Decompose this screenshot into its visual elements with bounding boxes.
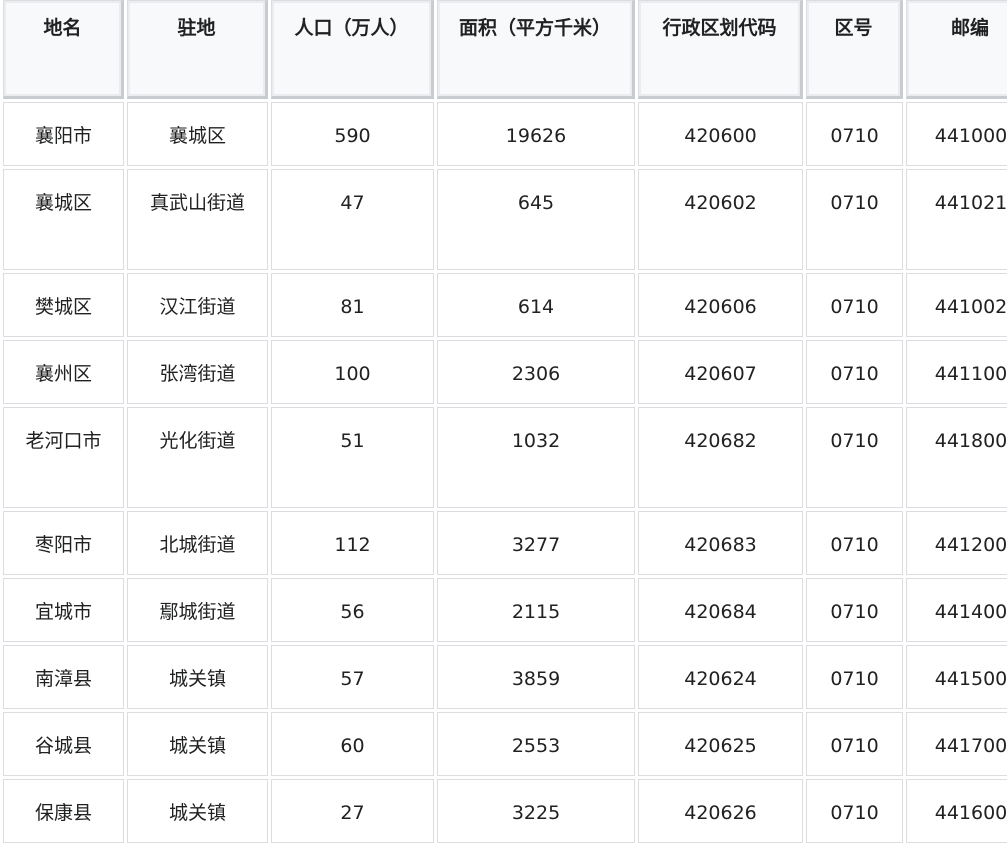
cell-seat: 汉江街道 [127, 273, 268, 337]
cell-postcode: 441700 [906, 712, 1007, 776]
cell-area-code: 0710 [806, 340, 903, 404]
cell-division-code: 420602 [638, 169, 803, 270]
cell-area-code: 0710 [806, 712, 903, 776]
table-row: 枣阳市 北城街道 112 3277 420683 0710 441200 [3, 511, 1007, 575]
cell-population: 27 [271, 779, 434, 843]
cell-division-code: 420682 [638, 407, 803, 508]
cell-postcode: 441000 [906, 102, 1007, 166]
cell-division-code: 420607 [638, 340, 803, 404]
cell-area-code: 0710 [806, 645, 903, 709]
cell-area: 19626 [437, 102, 635, 166]
cell-place-name: 枣阳市 [3, 511, 124, 575]
cell-population: 112 [271, 511, 434, 575]
cell-place-name: 襄城区 [3, 169, 124, 270]
cell-population: 47 [271, 169, 434, 270]
header-seat[interactable]: 驻地 [127, 0, 268, 99]
cell-area-code: 0710 [806, 273, 903, 337]
cell-place-name: 谷城县 [3, 712, 124, 776]
cell-place-name: 老河口市 [3, 407, 124, 508]
table-row: 老河口市 光化街道 51 1032 420682 0710 441800 [3, 407, 1007, 508]
cell-area: 2306 [437, 340, 635, 404]
table-container: 地名 驻地 人口（万人） 面积（平方千米） 行政区划代码 区号 邮编 襄阳市 襄… [0, 0, 1007, 846]
cell-division-code: 420626 [638, 779, 803, 843]
cell-area: 614 [437, 273, 635, 337]
table-row: 保康县 城关镇 27 3225 420626 0710 441600 [3, 779, 1007, 843]
cell-postcode: 441400 [906, 578, 1007, 642]
cell-population: 51 [271, 407, 434, 508]
cell-place-name: 樊城区 [3, 273, 124, 337]
cell-division-code: 420683 [638, 511, 803, 575]
table-row: 襄阳市 襄城区 590 19626 420600 0710 441000 [3, 102, 1007, 166]
header-area[interactable]: 面积（平方千米） [437, 0, 635, 99]
cell-postcode: 441100 [906, 340, 1007, 404]
cell-population: 56 [271, 578, 434, 642]
cell-area-code: 0710 [806, 779, 903, 843]
cell-area: 2115 [437, 578, 635, 642]
cell-place-name: 襄阳市 [3, 102, 124, 166]
cell-population: 60 [271, 712, 434, 776]
cell-seat: 城关镇 [127, 645, 268, 709]
cell-seat: 北城街道 [127, 511, 268, 575]
cell-division-code: 420624 [638, 645, 803, 709]
cell-area: 3859 [437, 645, 635, 709]
cell-area-code: 0710 [806, 578, 903, 642]
cell-seat: 鄢城街道 [127, 578, 268, 642]
table-row: 宜城市 鄢城街道 56 2115 420684 0710 441400 [3, 578, 1007, 642]
cell-division-code: 420606 [638, 273, 803, 337]
cell-area-code: 0710 [806, 511, 903, 575]
cell-place-name: 宜城市 [3, 578, 124, 642]
cell-division-code: 420625 [638, 712, 803, 776]
cell-seat: 襄城区 [127, 102, 268, 166]
cell-population: 100 [271, 340, 434, 404]
cell-area: 1032 [437, 407, 635, 508]
cell-seat: 城关镇 [127, 779, 268, 843]
cell-seat: 张湾街道 [127, 340, 268, 404]
header-row: 地名 驻地 人口（万人） 面积（平方千米） 行政区划代码 区号 邮编 [3, 0, 1007, 99]
cell-population: 81 [271, 273, 434, 337]
table-row: 襄城区 真武山街道 47 645 420602 0710 441021 [3, 169, 1007, 270]
cell-division-code: 420600 [638, 102, 803, 166]
header-place-name[interactable]: 地名 [3, 0, 124, 99]
table-row: 襄州区 张湾街道 100 2306 420607 0710 441100 [3, 340, 1007, 404]
cell-postcode: 441800 [906, 407, 1007, 508]
cell-area-code: 0710 [806, 169, 903, 270]
cell-postcode: 441600 [906, 779, 1007, 843]
cell-area: 3277 [437, 511, 635, 575]
cell-seat: 真武山街道 [127, 169, 268, 270]
cell-area: 3225 [437, 779, 635, 843]
header-area-code[interactable]: 区号 [806, 0, 903, 99]
cell-area-code: 0710 [806, 407, 903, 508]
cell-place-name: 南漳县 [3, 645, 124, 709]
table-row: 南漳县 城关镇 57 3859 420624 0710 441500 [3, 645, 1007, 709]
cell-postcode: 441021 [906, 169, 1007, 270]
cell-postcode: 441500 [906, 645, 1007, 709]
cell-seat: 光化街道 [127, 407, 268, 508]
header-postcode[interactable]: 邮编 [906, 0, 1007, 99]
cell-area: 2553 [437, 712, 635, 776]
cell-division-code: 420684 [638, 578, 803, 642]
cell-place-name: 襄州区 [3, 340, 124, 404]
table-row: 谷城县 城关镇 60 2553 420625 0710 441700 [3, 712, 1007, 776]
header-division-code[interactable]: 行政区划代码 [638, 0, 803, 99]
header-population[interactable]: 人口（万人） [271, 0, 434, 99]
cell-population: 590 [271, 102, 434, 166]
cell-seat: 城关镇 [127, 712, 268, 776]
cell-population: 57 [271, 645, 434, 709]
cell-area: 645 [437, 169, 635, 270]
table-row: 樊城区 汉江街道 81 614 420606 0710 441002 [3, 273, 1007, 337]
cell-place-name: 保康县 [3, 779, 124, 843]
cell-postcode: 441200 [906, 511, 1007, 575]
data-table: 地名 驻地 人口（万人） 面积（平方千米） 行政区划代码 区号 邮编 襄阳市 襄… [0, 0, 1007, 846]
cell-postcode: 441002 [906, 273, 1007, 337]
cell-area-code: 0710 [806, 102, 903, 166]
